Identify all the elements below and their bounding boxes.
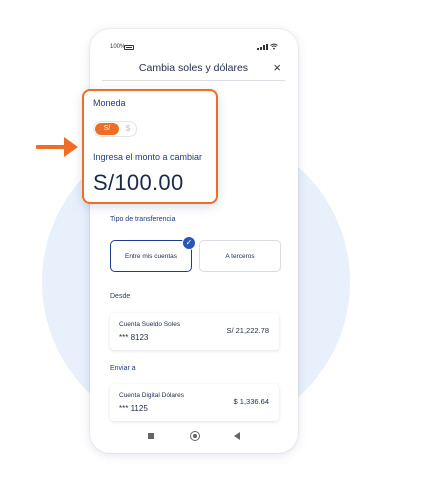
back-icon[interactable]: [234, 432, 240, 440]
from-account-card[interactable]: Cuenta Sueldo Soles *** 8123 S/ 21,222.7…: [110, 313, 279, 350]
option-own-accounts-label: Entre mis cuentas: [124, 252, 178, 260]
home-icon[interactable]: [190, 431, 200, 441]
from-account-number: *** 8123: [119, 333, 149, 342]
to-account-name: Cuenta Digital Dólares: [119, 392, 185, 399]
to-label: Enviar a: [110, 365, 136, 372]
currency-toggle[interactable]: S/ $: [93, 121, 137, 137]
status-bar: 100%: [90, 43, 298, 53]
toggle-dollars-option[interactable]: $: [121, 123, 135, 135]
amount-label: Ingresa el monto a cambiar: [93, 152, 203, 162]
to-account-card[interactable]: Cuenta Digital Dólares *** 1125 $ 1,336.…: [110, 384, 279, 421]
currency-amount-card: Moneda S/ $ Ingresa el monto a cambiar S…: [82, 89, 218, 204]
option-third-party-label: A terceros: [225, 252, 255, 260]
close-icon[interactable]: ×: [273, 61, 281, 74]
recents-icon[interactable]: [148, 433, 154, 439]
amount-input[interactable]: S/100.00: [93, 170, 183, 196]
pointer-arrow-head-icon: [64, 137, 78, 157]
from-account-balance: S/ 21,222.78: [226, 326, 269, 335]
battery-icon: [124, 45, 134, 50]
wifi-icon: [270, 43, 278, 50]
transfer-type-label: Tipo de transferencia: [110, 216, 176, 223]
from-account-name: Cuenta Sueldo Soles: [119, 321, 181, 328]
from-label: Desde: [110, 293, 131, 300]
option-third-party-button[interactable]: A terceros: [199, 240, 281, 272]
to-account-number: *** 1125: [119, 404, 148, 413]
signal-icon: [257, 44, 268, 50]
option-own-accounts-button[interactable]: Entre mis cuentas ✓: [110, 236, 196, 272]
currency-label: Moneda: [93, 98, 126, 108]
pointer-arrow-icon: [36, 145, 66, 149]
app-header: Cambia soles y dólares ×: [102, 60, 285, 81]
page-title: Cambia soles y dólares: [138, 62, 249, 74]
check-icon: ✓: [182, 236, 196, 250]
toggle-soles-option[interactable]: S/: [95, 123, 119, 135]
android-nav-bar: [90, 431, 298, 443]
to-account-balance: $ 1,336.64: [233, 397, 269, 406]
